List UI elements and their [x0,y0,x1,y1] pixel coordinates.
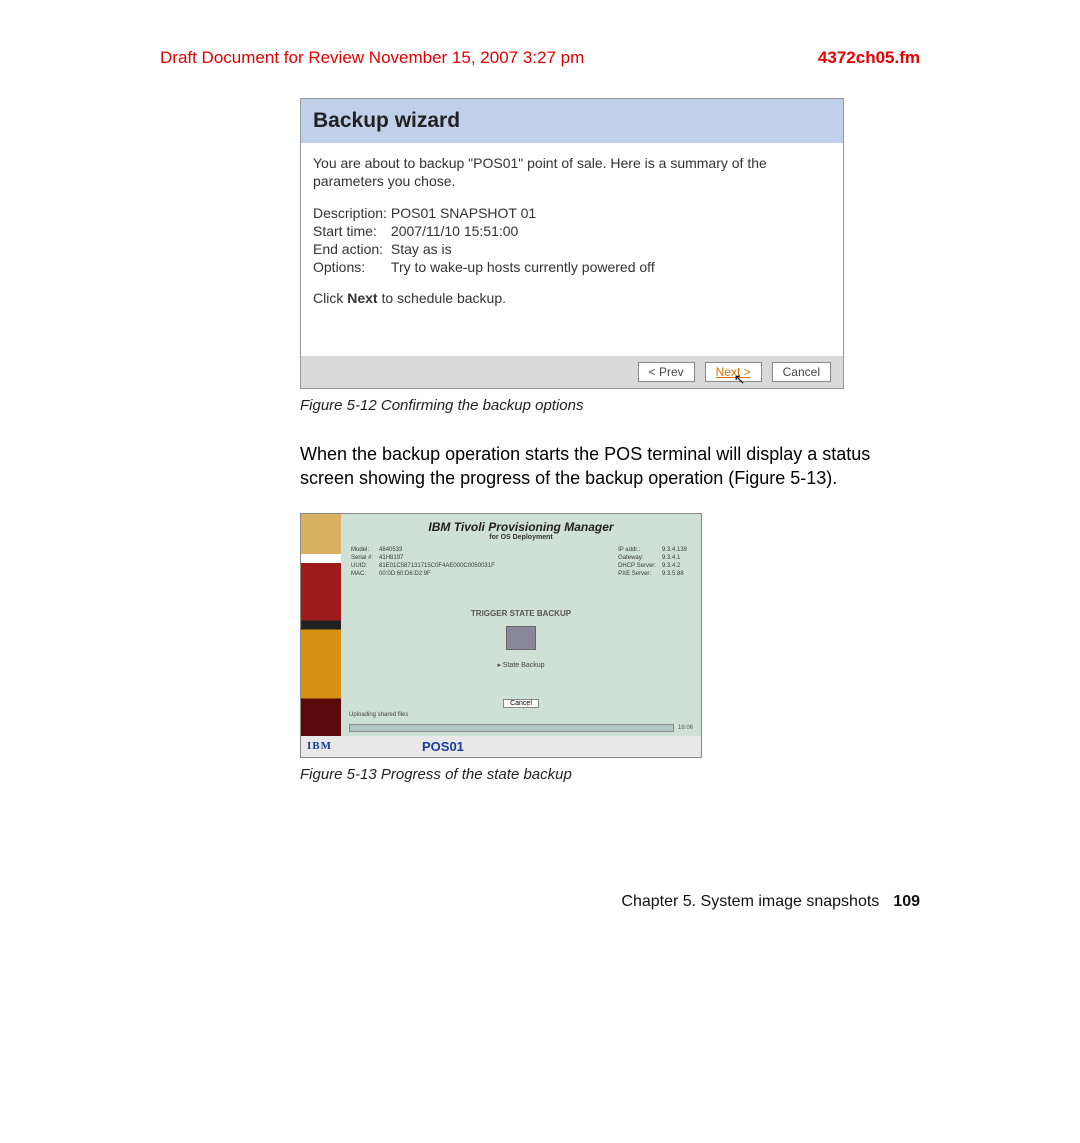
tpm-info-row: Model:4840533 Serial #:41H8197 UUID:81E0… [349,545,693,579]
tpm-label: Gateway: [618,555,660,561]
param-value: POS01 SNAPSHOT 01 [391,204,659,222]
table-row: Options:Try to wake-up hosts currently p… [313,258,659,276]
wizard-click-suffix: to schedule backup. [378,290,506,306]
param-label: Start time: [313,222,391,240]
figure-5-12-caption: Figure 5-12 Confirming the backup option… [300,397,844,414]
tpm-value: 4840533 [379,547,499,553]
tpm-label: DHCP Server: [618,563,660,569]
tpm-status-text: Uploading shared files [349,712,693,718]
param-label: End action: [313,240,391,258]
draft-notice: Draft Document for Review November 15, 2… [160,48,584,68]
wizard-body: You are about to backup "POS01" point of… [301,143,843,356]
page-number: 109 [893,893,920,911]
tpm-footer: IBM POS01 [301,736,701,757]
prev-button[interactable]: < Prev [638,362,695,382]
filename-label: 4372ch05.fm [818,48,920,68]
tpm-label: UUID: [351,563,377,569]
table-row: Start time:2007/11/10 15:51:00 [313,222,659,240]
tpm-time: 16:06 [678,725,693,731]
tpm-backup-item: ▸ State Backup [349,661,693,669]
param-label: Description: [313,204,391,222]
document-page: Draft Document for Review November 15, 2… [0,0,1080,959]
table-row: End action:Stay as is [313,240,659,258]
tpm-screen: IBM Tivoli Provisioning Manager for OS D… [301,514,701,736]
wizard-parameters-table: Description:POS01 SNAPSHOT 01 Start time… [313,204,659,276]
tpm-progress-bar [349,724,674,732]
tpm-label: MAC: [351,571,377,577]
tpm-value: 81E01C587131715C0F4AE000C0050031F [379,563,499,569]
page-header: Draft Document for Review November 15, 2… [160,48,920,68]
tpm-value: 9.3.5.88 [662,571,691,577]
wizard-footer: < Prev Next > ↖ Cancel [301,356,843,388]
figure-5-13: IBM Tivoli Provisioning Manager for OS D… [300,513,702,758]
tpm-value: 41H8197 [379,555,499,561]
page-footer: Chapter 5. System image snapshots 109 [160,893,920,911]
tpm-label: IP addr.: [618,547,660,553]
tpm-sidebar-graphic [301,514,341,736]
tpm-value: 9.3.4.2 [662,563,691,569]
tpm-info-left: Model:4840533 Serial #:41H8197 UUID:81E0… [349,545,501,579]
tpm-monitor-icon: ▸ State Backup [349,626,693,669]
figure-5-12: Backup wizard You are about to backup "P… [300,98,844,414]
tpm-value: 00:0D:60:D6:D2:9F [379,571,499,577]
monitor-icon [506,626,536,650]
wizard-click-bold: Next [347,290,377,306]
wizard-intro-text: You are about to backup "POS01" point of… [313,155,831,190]
backup-wizard-dialog: Backup wizard You are about to backup "P… [300,98,844,389]
next-button[interactable]: Next > ↖ [705,362,762,382]
table-row: Description:POS01 SNAPSHOT 01 [313,204,659,222]
tpm-title: IBM Tivoli Provisioning Manager [349,520,693,534]
tpm-cancel-row: Cancel [349,669,693,712]
param-value: Stay as is [391,240,659,258]
tpm-center-heading: TRIGGER STATE BACKUP [349,609,693,618]
tpm-label: PXE Server: [618,571,660,577]
param-label: Options: [313,258,391,276]
param-value: 2007/11/10 15:51:00 [391,222,659,240]
tpm-value: 9.3.4.1 [662,555,691,561]
tpm-subtitle: for OS Deployment [349,534,693,541]
tpm-value: 9.3.4.139 [662,547,691,553]
tpm-label: Model: [351,547,377,553]
ibm-logo: IBM [307,740,332,752]
tpm-progress-row: 16:06 [349,724,693,732]
param-value: Try to wake-up hosts currently powered o… [391,258,659,276]
wizard-click-prefix: Click [313,290,347,306]
pos-label: POS01 [422,739,464,754]
cancel-button[interactable]: Cancel [772,362,831,382]
tpm-cancel-button[interactable]: Cancel [503,699,539,708]
tpm-info-right: IP addr.:9.3.4.139 Gateway:9.3.4.1 DHCP … [616,545,693,579]
figure-5-13-caption: Figure 5-13 Progress of the state backup [300,766,920,783]
chapter-label: Chapter 5. System image snapshots [621,893,879,911]
body-paragraph: When the backup operation starts the POS… [300,442,920,491]
wizard-title: Backup wizard [301,99,843,143]
tpm-label: Serial #: [351,555,377,561]
cursor-icon: ↖ [734,371,746,388]
tpm-main-panel: IBM Tivoli Provisioning Manager for OS D… [341,514,701,736]
wizard-click-instruction: Click Next to schedule backup. [313,290,831,306]
